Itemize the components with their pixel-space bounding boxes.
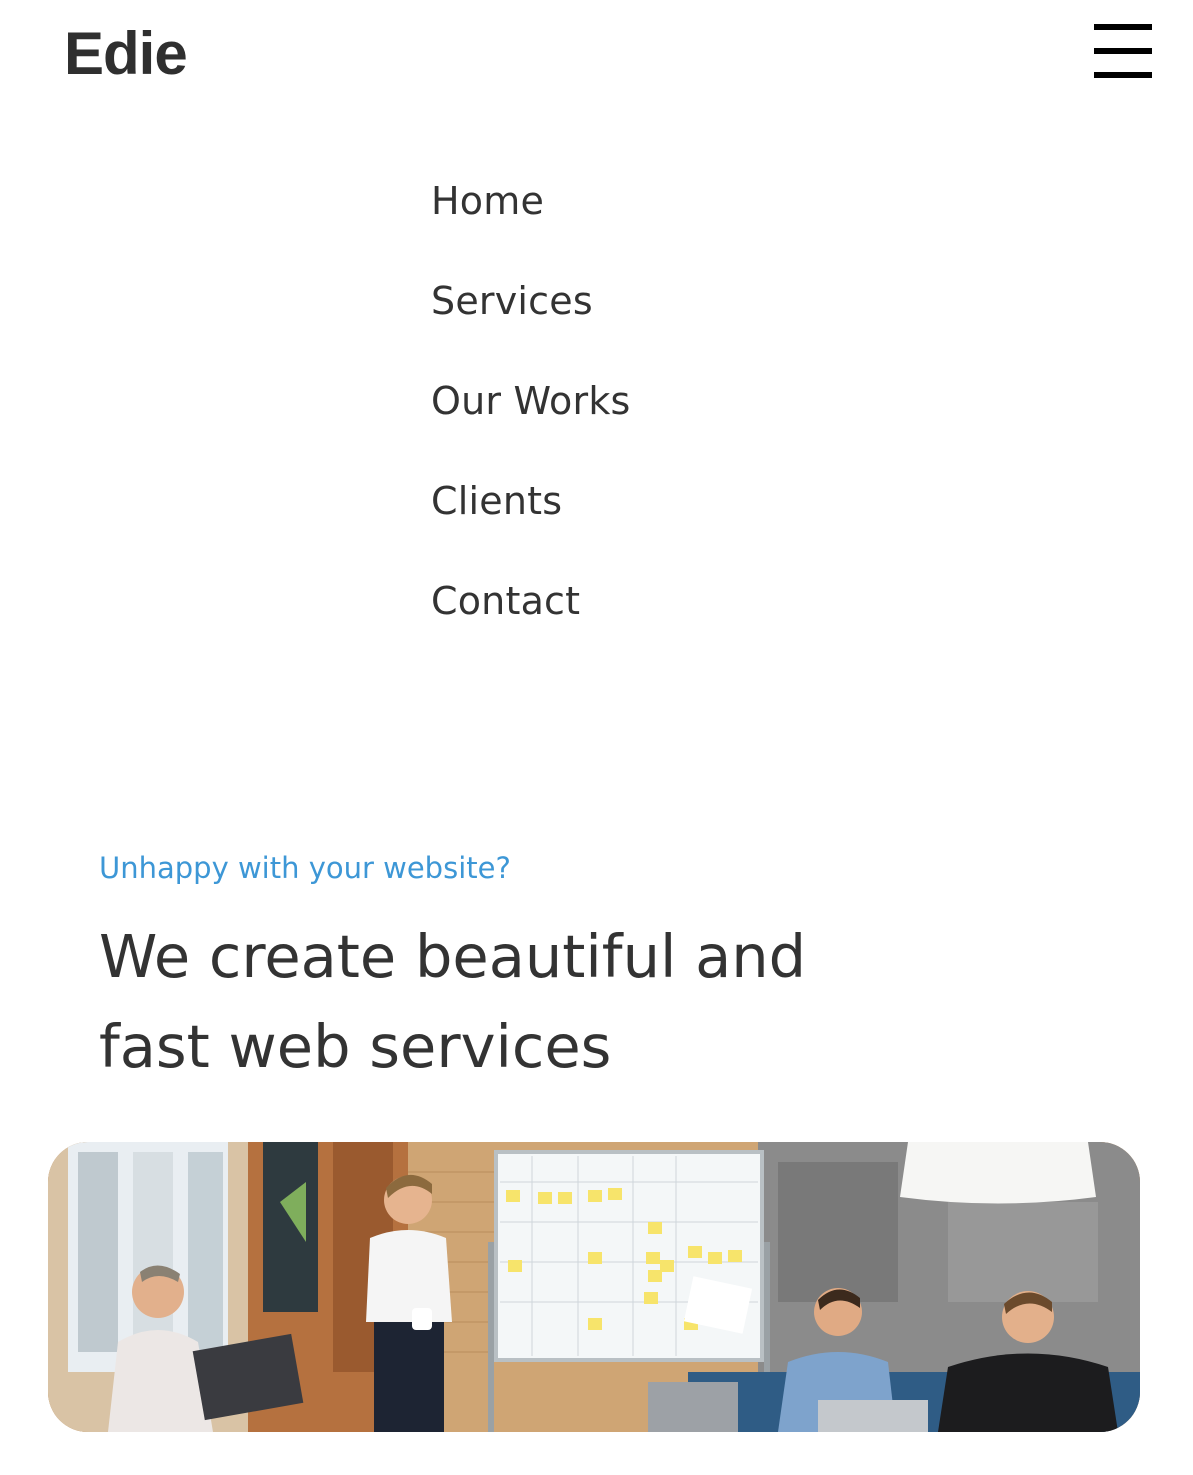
team-meeting-illustration [48, 1142, 1140, 1432]
nav-item-services: Services [431, 270, 631, 370]
menu-bar [1094, 48, 1152, 54]
hamburger-menu-icon[interactable] [1094, 24, 1152, 80]
logo[interactable]: Edie [64, 18, 188, 90]
nav-link-contact[interactable]: Contact [431, 570, 631, 632]
hero-title: We create beautiful and fast web service… [99, 922, 807, 1081]
nav-item-our-works: Our Works [431, 370, 631, 470]
nav-item-contact: Contact [431, 570, 631, 670]
nav-link-home[interactable]: Home [431, 170, 631, 232]
menu-bar [1094, 24, 1152, 30]
hero-image [48, 1142, 1140, 1432]
nav-item-home: Home [431, 170, 631, 270]
nav-link-our-works[interactable]: Our Works [431, 370, 631, 432]
nav-item-clients: Clients [431, 470, 631, 570]
main-nav: Home Services Our Works Clients Contact [431, 170, 631, 670]
hero-eyebrow: Unhappy with your website? [99, 851, 511, 885]
nav-link-clients[interactable]: Clients [431, 470, 631, 532]
menu-bar [1094, 72, 1152, 78]
nav-link-services[interactable]: Services [431, 270, 631, 332]
